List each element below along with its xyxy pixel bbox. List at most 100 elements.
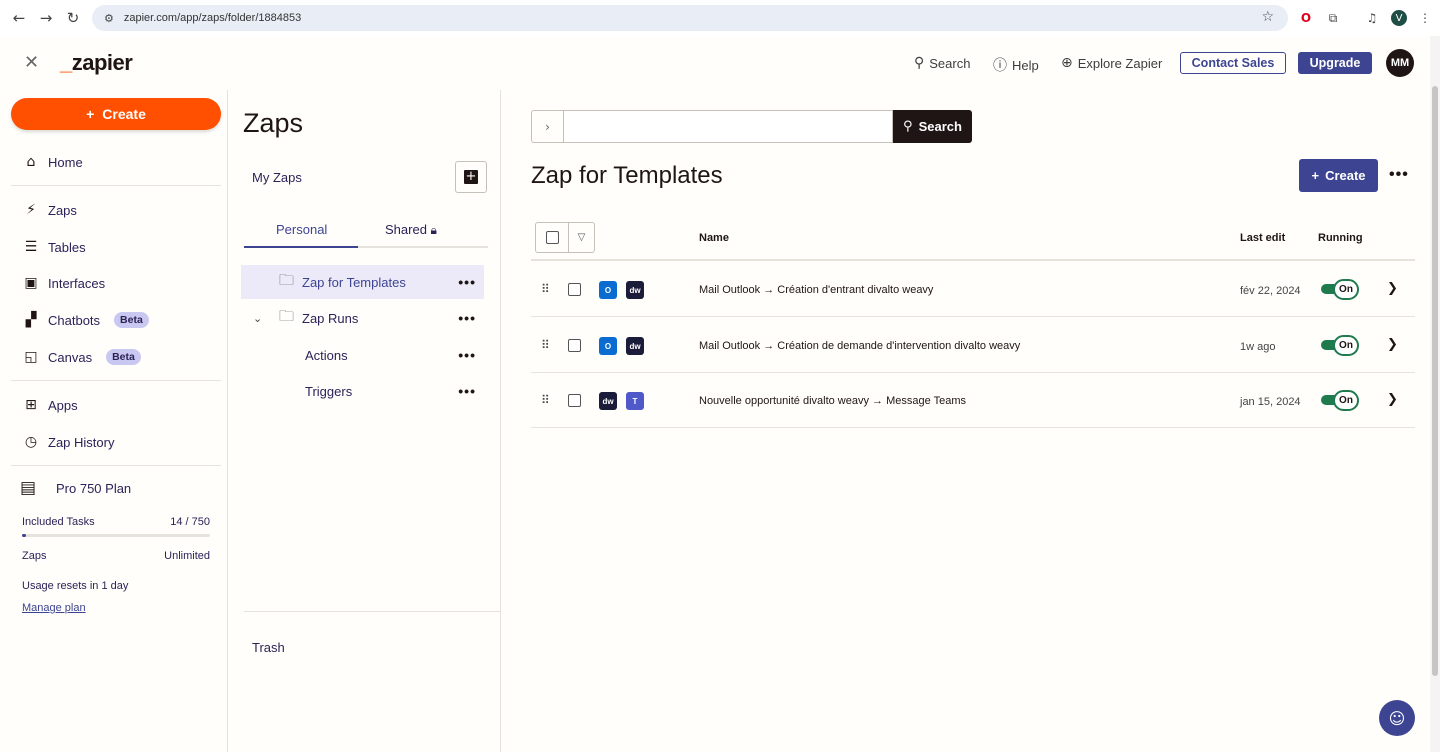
sidebar-item-label: Home (48, 154, 83, 170)
column-header-running[interactable]: Running (1318, 232, 1363, 244)
zap-search-button[interactable]: ⚲ Search (893, 110, 972, 143)
select-all-checkbox[interactable] (545, 231, 559, 244)
sidebar-divider (11, 380, 221, 381)
create-zap-button[interactable]: + Create (1299, 159, 1378, 192)
header-explore-label: Explore Zapier (1077, 55, 1163, 71)
sidebar-item-tables[interactable]: ☰ Tables (22, 237, 86, 257)
bookmark-star-icon[interactable]: ☆ (1261, 9, 1274, 25)
site-settings-icon[interactable]: ⚙ (104, 12, 114, 25)
more-options-icon[interactable]: ••• (458, 310, 476, 326)
folder-icon: 🗀︎ (279, 306, 295, 325)
address-bar[interactable]: ⚙ zapier.com/app/zaps/folder/1884853 ☆ (92, 5, 1288, 31)
create-zap-label: Create (1325, 168, 1366, 183)
sidebar-item-label: Canvas (48, 349, 93, 365)
divalto-app-icon: dw (626, 281, 644, 299)
chevron-right-icon[interactable]: ❯ (1387, 337, 1398, 352)
folder-item-zap-for-templates[interactable]: 🗀︎ Zap for Templates ••• (241, 265, 484, 299)
media-controls-icon[interactable]: ♫ (1364, 10, 1380, 26)
drag-handle-icon[interactable]: ⠿ (541, 282, 550, 296)
home-icon: ⌂ (26, 154, 36, 170)
more-options-icon[interactable]: ••• (458, 383, 476, 399)
trash-link[interactable]: Trash (252, 640, 285, 655)
apps-grid-icon: ⊞ (25, 397, 37, 413)
table-row[interactable]: ⠿ dw T Nouvelle opportunité divalto weav… (531, 373, 1415, 428)
sidebar-item-zaps[interactable]: ⚡ Zaps (22, 200, 77, 220)
scrollbar-thumb[interactable] (1432, 86, 1438, 676)
table-row[interactable]: ⠿ O dw Mail Outlook → Création d'entrant… (531, 262, 1415, 317)
folder-label: Actions (305, 347, 348, 363)
more-options-icon[interactable]: ••• (1389, 166, 1409, 184)
add-folder-button[interactable]: + (455, 161, 487, 193)
more-options-icon[interactable]: ••• (458, 274, 476, 290)
sidebar-item-label: Apps (48, 397, 78, 413)
header-search-label: Search (929, 55, 971, 71)
back-icon[interactable]: ← (8, 7, 30, 29)
folder-item-actions[interactable]: Actions ••• (241, 338, 484, 372)
header-explore-link[interactable]: ⊕ Explore Zapier (1061, 55, 1162, 71)
zaps-limit-row: Zaps Unlimited (22, 550, 210, 562)
search-icon: ⚲ (903, 119, 913, 134)
sidebar-item-label: Interfaces (48, 275, 106, 291)
extensions-puzzle-icon[interactable]: ⧉ (1325, 10, 1341, 26)
toggle-status: On (1333, 390, 1359, 411)
sidebar-item-zap-history[interactable]: ◷ Zap History (22, 432, 115, 452)
sidebar-item-interfaces[interactable]: ▣ Interfaces (22, 273, 105, 293)
sidebar-item-home[interactable]: ⌂ Home (22, 152, 83, 172)
zap-name[interactable]: Mail Outlook → Création de demande d'int… (699, 340, 1020, 352)
folder-item-zap-runs[interactable]: ⌄ 🗀︎ Zap Runs ••• (241, 301, 484, 335)
browser-profile-avatar[interactable]: V (1391, 10, 1407, 26)
select-all-control: ▽ (535, 222, 595, 253)
column-header-name[interactable]: Name (699, 232, 729, 244)
zap-name[interactable]: Nouvelle opportunité divalto weavy → Mes… (699, 395, 966, 407)
opera-icon[interactable]: O (1298, 10, 1314, 26)
drag-handle-icon[interactable]: ⠿ (541, 338, 550, 352)
running-toggle[interactable]: On (1321, 335, 1359, 356)
contact-sales-button[interactable]: Contact Sales (1180, 52, 1286, 74)
manage-plan-link[interactable]: Manage plan (22, 602, 86, 614)
select-all-checkbox-wrap[interactable] (536, 223, 569, 252)
reload-icon[interactable]: ↻ (62, 7, 84, 29)
chevron-down-icon[interactable]: ⌄ (253, 312, 262, 325)
folder-item-triggers[interactable]: Triggers ••• (241, 374, 484, 408)
outlook-app-icon: O (599, 337, 617, 355)
zap-last-edit: jan 15, 2024 (1240, 396, 1301, 408)
row-checkbox[interactable] (568, 283, 581, 296)
help-chat-button[interactable]: ☺ (1379, 700, 1415, 736)
drag-handle-icon[interactable]: ⠿ (541, 393, 550, 407)
column-header-last-edit[interactable]: Last edit (1240, 232, 1285, 244)
sidebar-item-apps[interactable]: ⊞ Apps (22, 395, 78, 415)
sidebar-item-chatbots[interactable]: ▞ Chatbots Beta (22, 310, 149, 330)
folder-label: Zap for Templates (302, 274, 406, 290)
help-icon: ⓘ (993, 58, 1007, 74)
forward-icon[interactable]: → (35, 7, 57, 29)
table-row[interactable]: ⠿ O dw Mail Outlook → Création de demand… (531, 318, 1415, 373)
page-scrollbar[interactable] (1430, 36, 1440, 752)
running-toggle[interactable]: On (1321, 390, 1359, 411)
lightning-icon: ⚡ (26, 202, 36, 218)
zap-search-input[interactable] (563, 110, 893, 143)
user-avatar[interactable]: MM (1386, 49, 1414, 77)
header-help-link[interactable]: ⓘ Help (993, 55, 1039, 75)
tab-shared[interactable]: Shared 🔒︎ (385, 222, 437, 238)
chevron-down-icon[interactable]: ▽ (569, 223, 594, 252)
close-icon[interactable]: ✕ (24, 52, 39, 73)
zap-name[interactable]: Mail Outlook → Création d'entrant divalt… (699, 284, 933, 296)
header-search-link[interactable]: ⚲ Search (914, 55, 970, 71)
chevron-right-icon[interactable]: › (531, 110, 563, 143)
zapier-logo[interactable]: _zapier (60, 50, 133, 76)
sidebar-item-label: Chatbots (48, 312, 101, 328)
more-options-icon[interactable]: ••• (458, 347, 476, 363)
tab-personal[interactable]: Personal (276, 222, 327, 237)
browser-menu-icon[interactable]: ⋮ (1417, 10, 1433, 26)
folder-panel: Zaps My Zaps + Personal Shared 🔒︎ 🗀︎ Zap… (228, 90, 501, 752)
create-button[interactable]: + Create (11, 98, 221, 130)
running-toggle[interactable]: On (1321, 279, 1359, 300)
upgrade-button[interactable]: Upgrade (1298, 52, 1372, 74)
row-checkbox[interactable] (568, 339, 581, 352)
chevron-right-icon[interactable]: ❯ (1387, 281, 1398, 296)
chevron-right-icon[interactable]: ❯ (1387, 392, 1398, 407)
tables-icon: ☰ (24, 239, 38, 255)
row-checkbox[interactable] (568, 394, 581, 407)
toggle-status: On (1333, 279, 1359, 300)
sidebar-item-canvas[interactable]: ◱ Canvas Beta (22, 347, 141, 367)
